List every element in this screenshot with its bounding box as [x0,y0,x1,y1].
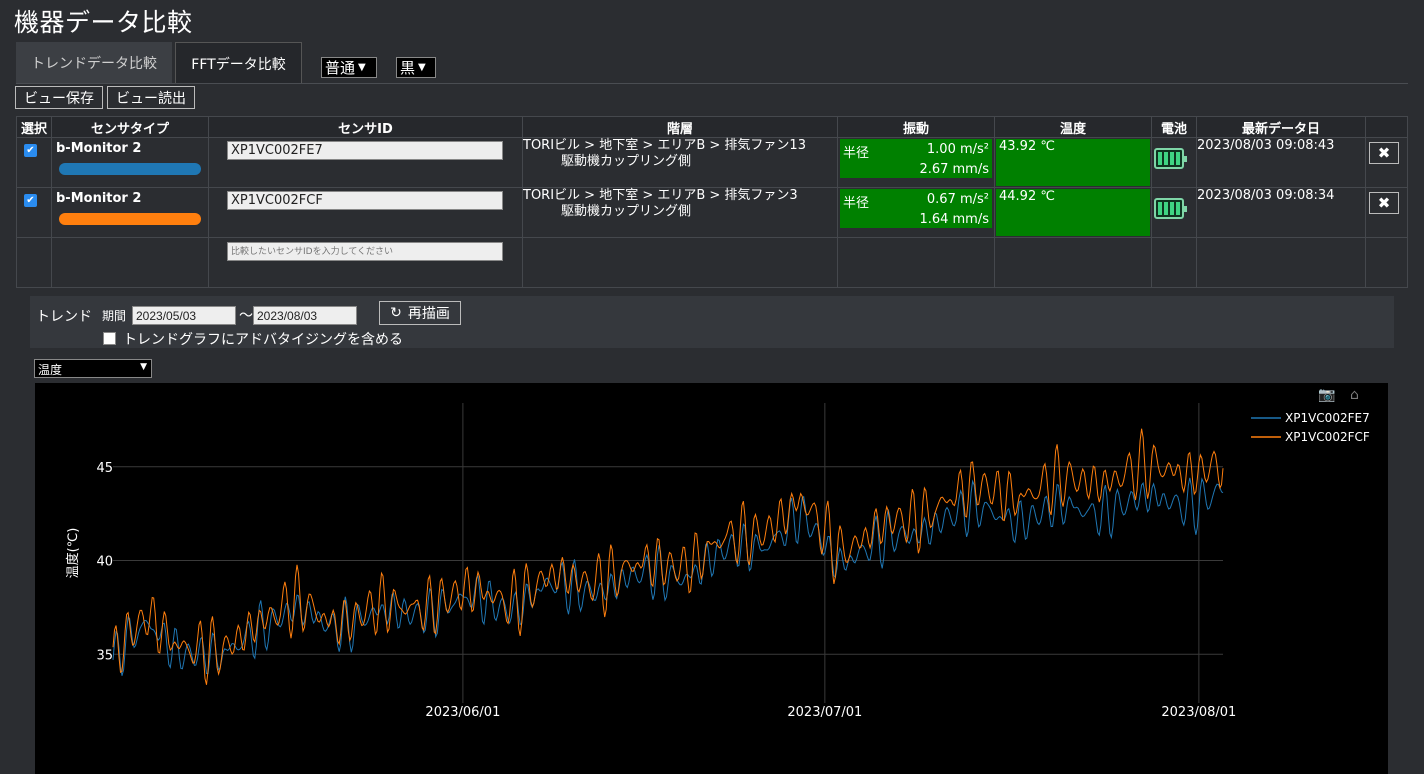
col-header-vibration: 振動 [837,116,995,138]
redraw-label: 再描画 [407,306,450,322]
col-header-sensor-id: センサID [208,116,523,138]
vibration-velocity: 2.67 mm/s [919,162,989,177]
table-row-new [16,237,1408,288]
col-header-remove [1365,116,1408,138]
vibration-cell: 半径 0.67 m/s² 1.64 mm/s [840,189,992,228]
trend-controls: トレンド 期間 ～ ↻ 再描画 トレンドグラフにアドバタイジングを含める [30,296,1394,348]
col-header-hierarchy: 階層 [522,116,838,138]
col-header-temperature: 温度 [994,116,1152,138]
y-axis-title: 温度(℃) [65,528,81,579]
latest-data-date: 2023/08/03 09:08:43 [1196,137,1366,188]
period-label: 期間 [102,309,127,323]
period-from-input[interactable] [132,306,236,325]
view-load-button[interactable]: ビュー読出 [107,86,195,109]
vibration-velocity: 1.64 mm/s [919,212,989,227]
x-tick-label: 2023/06/01 [425,705,500,720]
tab-trend-compare[interactable]: トレンドデータ比較 [16,42,172,84]
table-row: ✔ b-Monitor 2 TORIビル > 地下室 > エリアB > 排気ファ… [16,137,1408,188]
close-icon: ✖ [1377,194,1391,212]
row-select-checkbox[interactable]: ✔ [24,194,37,207]
display-mode-select[interactable]: 普通 ▼ [321,57,377,78]
trend-chart-svg: 35 40 45 2023/06/01 2023/07/01 2023/08/01 温度(℃… [65,403,1370,720]
location-detail: 駆動機カップリング側 [561,154,692,169]
vibration-cell: 半径 1.00 m/s² 2.67 mm/s [840,139,992,178]
x-tick-label: 2023/08/01 [1161,705,1236,720]
camera-icon[interactable]: 📷 [1318,387,1335,403]
legend-label: XP1VC002FCF [1285,430,1370,444]
temperature-value: 44.92 ℃ [996,189,1150,236]
remove-row-button[interactable]: ✖ [1369,192,1399,214]
refresh-icon: ↻ [390,305,402,321]
vibration-direction: 半径 [843,196,870,211]
x-tick-label: 2023/07/01 [787,705,862,720]
chevron-down-icon: ▼ [418,62,426,73]
home-icon[interactable]: ⌂ [1350,387,1359,403]
row-select-checkbox[interactable]: ✔ [24,144,37,157]
tab-fft-compare[interactable]: FFTデータ比較 [175,42,302,84]
table-row: ✔ b-Monitor 2 TORIビル > 地下室 > エリアB > 排気ファ… [16,187,1408,238]
sensor-id-input[interactable] [227,141,503,160]
col-header-select: 選択 [16,116,52,138]
display-mode-value: 普通 [325,59,356,77]
chevron-down-icon: ▼ [358,62,366,73]
vibration-direction: 半径 [843,146,870,161]
new-sensor-id-input[interactable] [227,242,503,261]
temperature-value: 43.92 ℃ [996,139,1150,186]
remove-row-button[interactable]: ✖ [1369,142,1399,164]
trend-label: トレンド [36,309,92,325]
series-color-swatch [59,163,201,175]
include-advertising-label: トレンドグラフにアドバタイジングを含める [123,332,403,348]
battery-full-icon [1154,198,1187,219]
sensor-type: b-Monitor 2 [56,191,142,206]
include-advertising-checkbox[interactable] [103,332,116,345]
sensor-type: b-Monitor 2 [56,141,142,156]
theme-select[interactable]: 黒 ▼ [396,57,436,78]
sensor-table: 選択 センサタイプ センサID 階層 振動 温度 電池 最新データ日 ✔ b-M… [16,116,1408,288]
sensor-id-input[interactable] [227,191,503,210]
battery-full-icon [1154,148,1187,169]
trend-chart: 35 40 45 2023/06/01 2023/07/01 2023/08/01 温度(℃… [35,383,1388,774]
tab-divider [16,83,1408,84]
close-icon: ✖ [1377,144,1391,162]
vibration-acceleration: 0.67 m/s² [926,192,989,207]
legend-label: XP1VC002FE7 [1285,411,1370,425]
latest-data-date: 2023/08/03 09:08:34 [1196,187,1366,238]
location-path: TORIビル > 地下室 > エリアB > 排気ファン13 [523,138,806,153]
period-separator: ～ [239,308,253,324]
page-title: 機器データ比較 [14,8,193,37]
period-to-input[interactable] [253,306,357,325]
theme-value: 黒 [400,59,416,77]
series-color-swatch [59,213,201,225]
y-tick-label: 40 [96,555,113,570]
chevron-down-icon: ▼ [140,362,147,372]
col-header-battery: 電池 [1151,116,1197,138]
series-line-XP1VC002FE7 [112,477,1224,676]
metric-select-value: 温度 [38,363,63,377]
location-detail: 駆動機カップリング側 [561,204,692,219]
y-tick-label: 35 [96,648,113,663]
col-header-sensor-type: センサタイプ [51,116,209,138]
redraw-button[interactable]: ↻ 再描画 [379,301,461,325]
vibration-acceleration: 1.00 m/s² [926,142,989,157]
col-header-latest-date: 最新データ日 [1196,116,1366,138]
metric-select[interactable]: 温度 ▼ [34,359,152,378]
y-tick-label: 45 [96,461,113,476]
view-save-button[interactable]: ビュー保存 [15,86,103,109]
location-path: TORIビル > 地下室 > エリアB > 排気ファン3 [523,188,798,203]
table-header-row: 選択 センサタイプ センサID 階層 振動 温度 電池 最新データ日 [16,116,1408,138]
